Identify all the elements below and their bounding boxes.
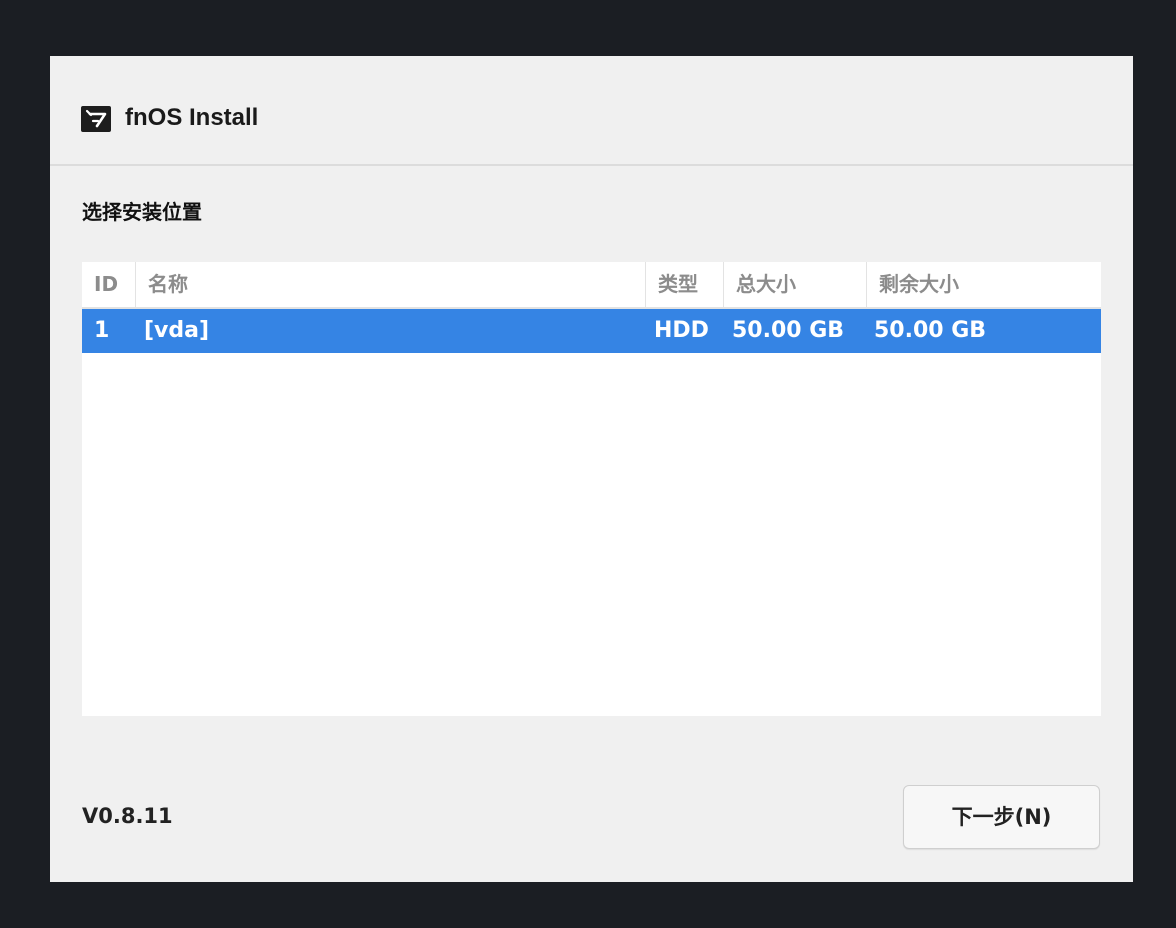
table-row[interactable]: 1 [vda] HDD 50.00 GB 50.00 GB <box>82 309 1101 353</box>
cell-name: [vda] <box>144 318 210 343</box>
version-label: V0.8.11 <box>82 804 173 828</box>
cell-free-size: 50.00 GB <box>874 318 987 343</box>
column-header-total-size[interactable]: 总大小 <box>724 262 867 307</box>
table-header: ID 名称 类型 总大小 剩余大小 <box>82 262 1101 309</box>
cell-type: HDD <box>654 318 709 343</box>
cell-total-size: 50.00 GB <box>732 318 845 343</box>
column-header-id[interactable]: ID <box>82 262 136 307</box>
app-title: fnOS Install <box>125 104 259 131</box>
title-bar: fnOS Install <box>50 56 1133 166</box>
disk-table[interactable]: ID 名称 类型 总大小 剩余大小 1 [vda] HDD 50.00 GB 5… <box>82 262 1101 716</box>
fnos-logo-icon <box>81 106 111 132</box>
installer-window: fnOS Install 选择安装位置 ID 名称 类型 总大小 剩余大小 1 … <box>50 56 1133 882</box>
next-button[interactable]: 下一步(N) <box>903 785 1100 849</box>
page-heading: 选择安装位置 <box>82 200 202 224</box>
column-header-free-size[interactable]: 剩余大小 <box>867 262 1101 307</box>
column-header-name[interactable]: 名称 <box>136 262 646 307</box>
cell-id: 1 <box>94 318 110 343</box>
column-header-type[interactable]: 类型 <box>646 262 724 307</box>
